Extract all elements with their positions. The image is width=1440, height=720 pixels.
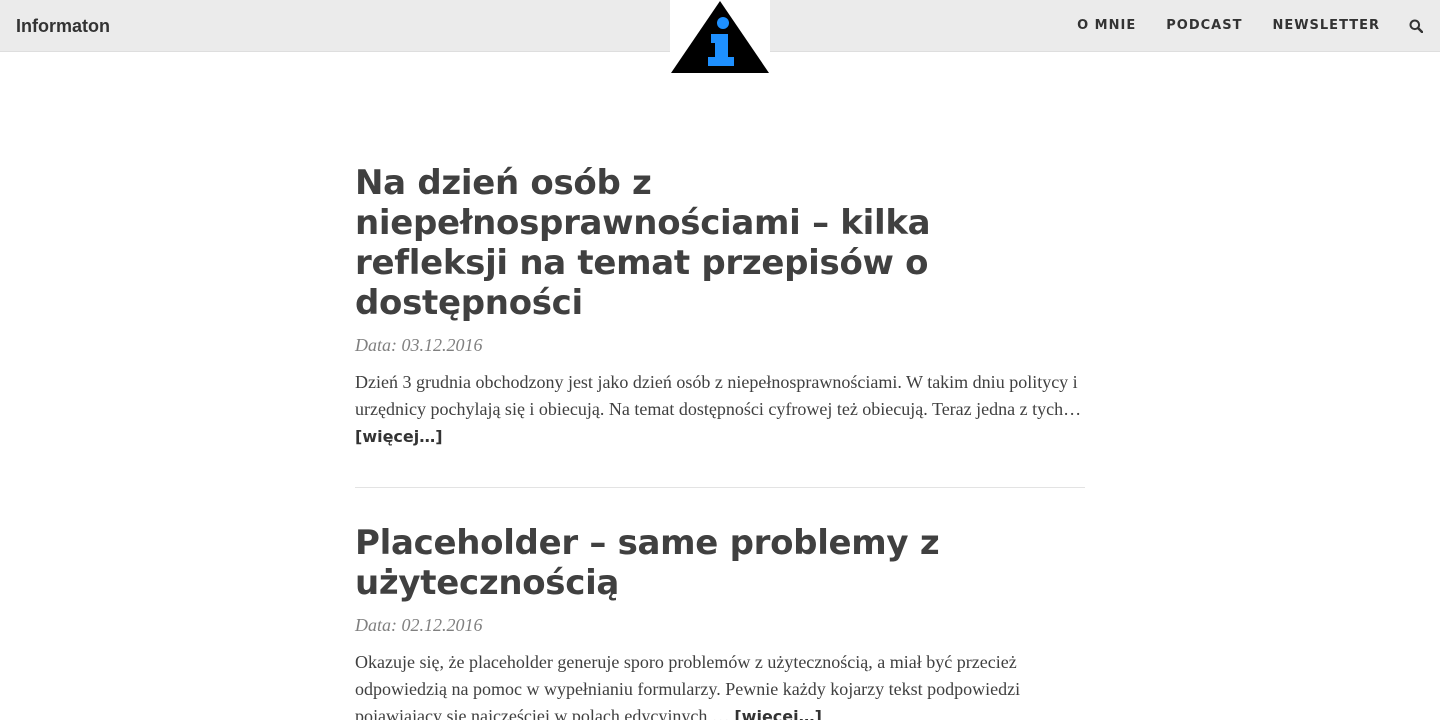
nav-item-podcast[interactable]: PODCAST [1166, 0, 1242, 52]
post-title: Na dzień osób z niepełnosprawnościami – … [355, 163, 1085, 323]
main-nav: O MNIE PODCAST NEWSLETTER [1047, 0, 1424, 52]
post-date: Data: 02.12.2016 [355, 615, 483, 635]
nav-item-o-mnie[interactable]: O MNIE [1077, 0, 1136, 52]
site-logo[interactable] [670, 0, 770, 74]
site-title-link[interactable]: Informaton [16, 14, 110, 38]
post-date: Data: 03.12.2016 [355, 335, 483, 355]
post-excerpt-text: Dzień 3 grudnia obchodzony jest jako dzi… [355, 372, 1082, 419]
post-excerpt: Dzień 3 grudnia obchodzony jest jako dzi… [355, 369, 1085, 450]
info-triangle-logo-icon [671, 1, 769, 73]
post-item: Placeholder – same problemy z użytecznoś… [355, 523, 1085, 720]
post-title-link[interactable]: Na dzień osób z niepełnosprawnościami – … [355, 163, 931, 323]
post-title: Placeholder – same problemy z użytecznoś… [355, 523, 1085, 603]
search-icon[interactable] [1408, 18, 1424, 34]
read-more-link[interactable]: [więcej…] [355, 427, 443, 446]
post-list: Na dzień osób z niepełnosprawnościami – … [355, 163, 1085, 720]
read-more-link[interactable]: [więcej…] [734, 707, 822, 720]
nav-item-newsletter[interactable]: NEWSLETTER [1272, 0, 1380, 52]
post-title-link[interactable]: Placeholder – same problemy z użytecznoś… [355, 523, 940, 603]
post-item: Na dzień osób z niepełnosprawnościami – … [355, 163, 1085, 450]
post-excerpt-text: Okazuje się, że placeholder generuje spo… [355, 652, 1021, 720]
site-header: Informaton O MNIE PODCAST NEWSLETTER [0, 0, 1440, 74]
post-divider [355, 487, 1085, 488]
post-excerpt: Okazuje się, że placeholder generuje spo… [355, 649, 1085, 720]
